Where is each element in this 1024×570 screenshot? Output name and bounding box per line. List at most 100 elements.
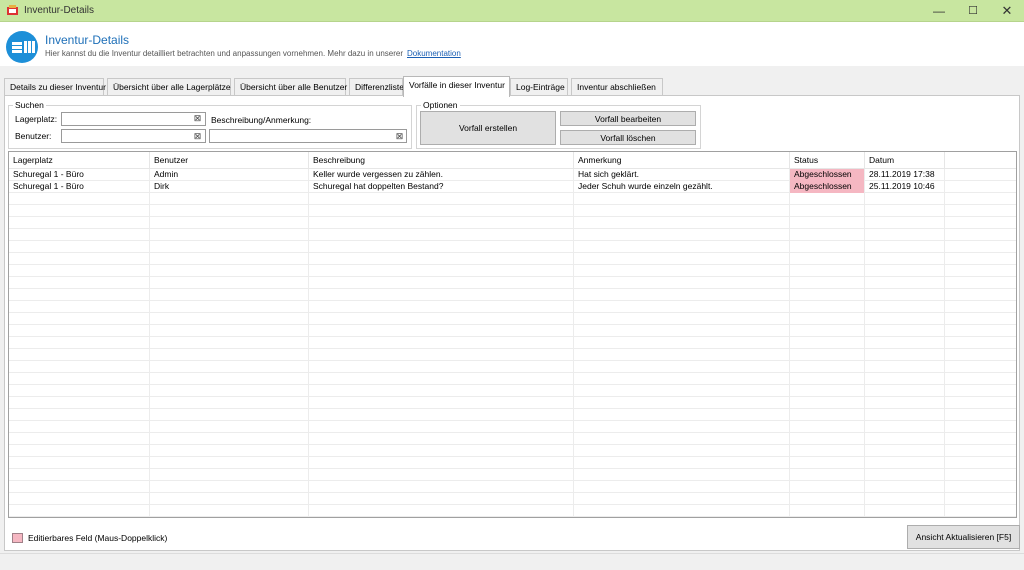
empty-cell (150, 481, 309, 493)
cell-status[interactable]: Abgeschlossen (790, 169, 865, 181)
empty-cell (9, 421, 150, 433)
close-button[interactable]: ✕ (990, 0, 1024, 22)
cell-anmerkung[interactable]: Jeder Schuh wurde einzeln gezählt. (574, 181, 790, 193)
empty-cell (865, 409, 945, 421)
empty-cell (790, 361, 865, 373)
lagerplatz-clear-icon[interactable]: ⊠ (192, 113, 203, 124)
empty-cell (309, 301, 574, 313)
create-incident-button[interactable]: Vorfall erstellen (420, 111, 556, 145)
empty-cell (790, 337, 865, 349)
empty-row (9, 433, 1016, 445)
empty-cell (150, 253, 309, 265)
empty-row (9, 493, 1016, 505)
table-row[interactable]: Schuregal 1 - Büro Admin Keller wurde ve… (9, 169, 1016, 181)
empty-cell (945, 193, 1016, 205)
tab-details[interactable]: Details zu dieser Inventur (4, 78, 106, 96)
column-header-lagerplatz[interactable]: Lagerplatz (9, 152, 150, 169)
empty-cell (865, 337, 945, 349)
empty-cell (9, 325, 150, 337)
empty-cell (574, 325, 790, 337)
column-header-benutzer[interactable]: Benutzer (150, 152, 309, 169)
empty-cell (790, 229, 865, 241)
minimize-button[interactable]: — (922, 0, 956, 22)
empty-row (9, 325, 1016, 337)
empty-cell (945, 229, 1016, 241)
empty-cell (945, 481, 1016, 493)
table-row[interactable]: Schuregal 1 - Büro Dirk Schuregal hat do… (9, 181, 1016, 193)
tab-lagerplaetze[interactable]: Übersicht über alle Lagerplätze (107, 78, 231, 96)
incidents-table[interactable]: Lagerplatz Benutzer Beschreibung Anmerku… (8, 151, 1017, 518)
empty-cell (945, 325, 1016, 337)
empty-cell (9, 193, 150, 205)
empty-cell (574, 337, 790, 349)
empty-cell (790, 469, 865, 481)
column-header-status[interactable]: Status (790, 152, 865, 169)
empty-cell (945, 457, 1016, 469)
edit-incident-button[interactable]: Vorfall bearbeiten (560, 111, 696, 126)
empty-cell (865, 289, 945, 301)
cell-datum: 25.11.2019 10:46 (865, 181, 945, 193)
column-header-datum[interactable]: Datum (865, 152, 945, 169)
empty-cell (574, 445, 790, 457)
refresh-view-button[interactable]: Ansicht Aktualisieren [F5] (907, 525, 1020, 549)
empty-cell (790, 481, 865, 493)
empty-cell (574, 313, 790, 325)
tab-inventur-abschliessen[interactable]: Inventur abschließen (571, 78, 663, 96)
cell-beschreibung[interactable]: Schuregal hat doppelten Bestand? (309, 181, 574, 193)
empty-cell (150, 433, 309, 445)
empty-row (9, 481, 1016, 493)
documentation-link[interactable]: Dokumentation (407, 49, 461, 58)
cell-anmerkung[interactable]: Hat sich geklärt. (574, 169, 790, 181)
title-bar: Inventur-Details — ☐ ✕ (0, 0, 1024, 22)
empty-cell (309, 481, 574, 493)
benutzer-input[interactable] (61, 129, 206, 143)
editable-legend-swatch (12, 533, 23, 543)
benutzer-clear-icon[interactable]: ⊠ (192, 131, 203, 142)
beschreibung-input[interactable] (209, 129, 407, 143)
empty-cell (790, 217, 865, 229)
empty-cell (865, 445, 945, 457)
cell-beschreibung[interactable]: Keller wurde vergessen zu zählen. (309, 169, 574, 181)
empty-cell (9, 277, 150, 289)
empty-cell (574, 205, 790, 217)
tab-differenzliste[interactable]: Differenzliste (349, 78, 404, 96)
empty-cell (9, 217, 150, 229)
empty-cell (945, 373, 1016, 385)
lagerplatz-input[interactable] (61, 112, 206, 126)
cell-status[interactable]: Abgeschlossen (790, 181, 865, 193)
maximize-button[interactable]: ☐ (956, 0, 990, 22)
empty-cell (574, 361, 790, 373)
tab-log-eintraege[interactable]: Log-Einträge (510, 78, 568, 96)
status-bar (0, 553, 1024, 570)
empty-cell (790, 253, 865, 265)
empty-row (9, 409, 1016, 421)
empty-cell (945, 217, 1016, 229)
empty-cell (945, 205, 1016, 217)
column-header-anmerkung[interactable]: Anmerkung (574, 152, 790, 169)
empty-cell (150, 241, 309, 253)
empty-cell (150, 445, 309, 457)
empty-row (9, 445, 1016, 457)
beschreibung-clear-icon[interactable]: ⊠ (394, 131, 405, 142)
empty-cell (865, 493, 945, 505)
benutzer-label: Benutzer: (15, 131, 52, 141)
empty-cell (865, 301, 945, 313)
delete-incident-button[interactable]: Vorfall löschen (560, 130, 696, 145)
column-header-beschreibung[interactable]: Beschreibung (309, 152, 574, 169)
empty-row (9, 421, 1016, 433)
empty-cell (309, 217, 574, 229)
empty-cell (945, 337, 1016, 349)
empty-cell (9, 361, 150, 373)
empty-cell (150, 469, 309, 481)
empty-cell (865, 421, 945, 433)
empty-cell (865, 373, 945, 385)
empty-cell (574, 433, 790, 445)
empty-cell (574, 277, 790, 289)
empty-cell (150, 205, 309, 217)
tab-benutzer[interactable]: Übersicht über alle Benutzer (234, 78, 347, 96)
close-icon: ✕ (1001, 3, 1013, 18)
empty-cell (945, 361, 1016, 373)
cell-lagerplatz: Schuregal 1 - Büro (9, 181, 150, 193)
empty-cell (865, 469, 945, 481)
tab-vorfaelle[interactable]: Vorfälle in dieser Inventur (403, 76, 510, 97)
